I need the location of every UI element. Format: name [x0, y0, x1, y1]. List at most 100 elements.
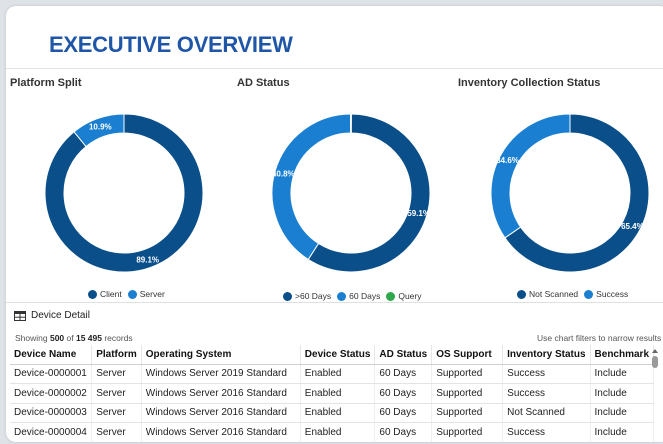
cell-inventory-status: Success: [502, 383, 591, 404]
cell-device-status: Enabled: [300, 403, 376, 423]
legend-label: Client: [100, 289, 122, 299]
scrollbar-thumb[interactable]: [652, 356, 658, 368]
chart-legend: >60 Days 60 Days Query: [283, 291, 428, 301]
cell-ad-status: 60 Days: [374, 403, 433, 423]
cell-device-name: Device-0000004: [10, 422, 93, 442]
cell-device-name: Device-0000003: [10, 403, 93, 423]
donut-chart-ad-status[interactable]: 59.1% 40.8%: [271, 113, 431, 273]
legend-item[interactable]: Query: [386, 291, 422, 301]
legend-dot-icon: [88, 289, 97, 299]
panel-platform-split: Platform Split 89.1% 10.9% Client Server: [6, 69, 216, 303]
cell-benchmark: Include: [590, 422, 655, 442]
device-detail-title: Device Detail: [31, 310, 90, 321]
cell-benchmark: Include: [590, 403, 655, 423]
table-header-row: Device Name Platform Operating System De…: [10, 345, 655, 365]
cell-operating-system: Windows Server 2016 Standard: [141, 422, 301, 442]
table-row[interactable]: Device-0000002 Server Windows Server 201…: [10, 383, 655, 404]
cell-device-name: Device-0000001: [10, 364, 93, 384]
slice-data-label: 89.1%: [136, 255, 159, 264]
scroll-up-arrow-icon[interactable]: [652, 349, 658, 353]
panel-inventory-status: Inventory Collection Status 65.4% 34.6% N…: [446, 69, 663, 303]
chart-title: Platform Split: [10, 77, 82, 89]
cell-operating-system: Windows Server 2019 Standard: [141, 364, 301, 384]
showing-prefix: Showing: [15, 333, 50, 343]
cell-inventory-status: Success: [502, 364, 591, 384]
legend-label: Query: [398, 291, 422, 301]
legend-dot-icon: [127, 289, 137, 299]
cell-ad-status: 60 Days: [374, 422, 433, 442]
cell-ad-status: 60 Days: [374, 364, 433, 384]
column-header-operating-system[interactable]: Operating System: [141, 345, 301, 365]
column-header-device-name[interactable]: Device Name: [10, 345, 93, 365]
legend-dot-icon: [584, 289, 594, 299]
slice-data-label: 10.9%: [89, 123, 112, 132]
cell-inventory-status: Not Scanned: [502, 403, 591, 423]
legend-dot-icon: [386, 291, 396, 301]
charts-band: Platform Split 89.1% 10.9% Client Server A…: [6, 68, 663, 302]
cell-device-status: Enabled: [300, 383, 376, 404]
device-table-wrap: Device Name Platform Operating System De…: [10, 345, 658, 442]
column-header-ad-status[interactable]: AD Status: [374, 345, 433, 365]
cell-operating-system: Windows Server 2016 Standard: [141, 403, 301, 423]
donut-chart-inventory-status[interactable]: 65.4% 34.6%: [490, 113, 650, 273]
chart-legend: Client Server: [88, 289, 171, 299]
total-count: 15 495: [75, 333, 102, 343]
device-table: Device Name Platform Operating System De…: [10, 345, 655, 442]
legend-label: 60 Days: [349, 291, 381, 301]
cell-device-status: Enabled: [300, 422, 376, 442]
column-header-os-support[interactable]: OS Support: [431, 345, 504, 365]
cell-device-name: Device-0000002: [10, 383, 93, 404]
cell-device-status: Enabled: [300, 364, 376, 384]
filter-hint: Use chart filters to narrow results: [537, 333, 662, 343]
legend-item[interactable]: Client: [88, 289, 122, 299]
cell-inventory-status: Success: [502, 422, 591, 442]
column-header-benchmark[interactable]: Benchmark: [590, 345, 655, 365]
cell-benchmark: Include: [590, 383, 655, 404]
cell-platform: Server: [91, 403, 142, 423]
of-text: of: [64, 333, 76, 343]
records-suffix: records: [101, 333, 133, 343]
legend-item[interactable]: >60 Days: [283, 291, 331, 301]
dashboard-card: EXECUTIVE OVERVIEW Platform Split 89.1% 1…: [6, 6, 663, 442]
device-detail-header: Device Detail: [14, 310, 90, 321]
cell-os-support: Supported: [431, 364, 504, 384]
legend-label: Not Scanned: [529, 289, 579, 299]
table-row[interactable]: Device-0000003 Server Windows Server 201…: [10, 403, 655, 423]
donut-slice[interactable]: [44, 113, 204, 273]
legend-item[interactable]: Not Scanned: [517, 289, 578, 299]
donut-slice[interactable]: [350, 113, 352, 134]
table-scrollbar[interactable]: [651, 349, 659, 441]
legend-label: Server: [139, 289, 165, 299]
slice-data-label: 34.6%: [496, 156, 519, 165]
page-title: EXECUTIVE OVERVIEW: [49, 32, 293, 57]
table-row[interactable]: Device-0000004 Server Windows Server 201…: [10, 422, 655, 442]
device-detail-section: Device Detail Showing 500 of 15 495 reco…: [6, 302, 663, 442]
chart-legend: Not Scanned Success: [517, 289, 634, 299]
legend-item[interactable]: Server: [127, 289, 165, 299]
cell-platform: Server: [91, 364, 142, 384]
column-header-inventory-status[interactable]: Inventory Status: [502, 345, 591, 365]
legend-item[interactable]: Success: [584, 289, 628, 299]
column-header-platform[interactable]: Platform: [91, 345, 142, 365]
cell-os-support: Supported: [431, 403, 504, 423]
records-count: Showing 500 of 15 495 records: [15, 333, 133, 343]
donut-slice[interactable]: [490, 113, 571, 239]
cell-os-support: Supported: [431, 383, 504, 404]
cell-benchmark: Include: [590, 364, 655, 384]
cell-os-support: Supported: [431, 422, 504, 442]
column-header-device-status[interactable]: Device Status: [300, 345, 376, 365]
slice-data-label: 40.8%: [272, 169, 295, 178]
table-row[interactable]: Device-0000001 Server Windows Server 201…: [10, 364, 655, 384]
slice-data-label: 65.4%: [621, 222, 644, 231]
legend-dot-icon: [337, 291, 347, 301]
cell-platform: Server: [91, 422, 142, 442]
chart-title: Inventory Collection Status: [458, 77, 601, 89]
donut-chart-platform-split[interactable]: 89.1% 10.9%: [44, 113, 204, 273]
shown-count: 500: [49, 333, 65, 343]
panel-ad-status: AD Status 59.1% 40.8% >60 Days 60 Days Quer…: [216, 69, 446, 303]
donut-slice[interactable]: [271, 113, 352, 261]
cell-platform: Server: [91, 383, 142, 404]
chart-title: AD Status: [237, 77, 290, 89]
legend-item[interactable]: 60 Days: [337, 291, 380, 301]
legend-label: Success: [596, 289, 629, 299]
